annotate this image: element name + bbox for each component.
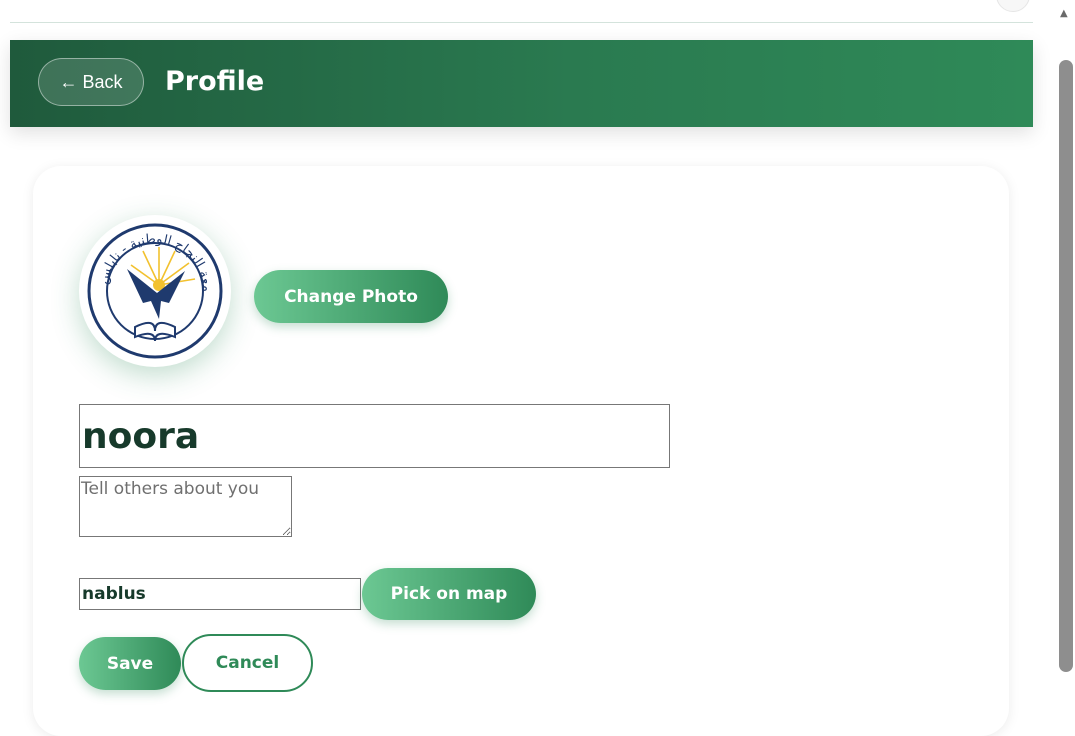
avatar[interactable]: جامعة النجاح الوطنية - نابلس: [79, 215, 231, 367]
profile-header: ← Back Profile: [10, 40, 1033, 127]
back-button[interactable]: ← Back: [38, 58, 144, 106]
scrollbar-thumb[interactable]: [1059, 60, 1073, 672]
change-photo-button[interactable]: Change Photo: [254, 270, 448, 323]
cancel-button[interactable]: Cancel: [182, 634, 313, 692]
university-seal-icon: جامعة النجاح الوطنية - نابلس: [87, 223, 223, 359]
location-input[interactable]: [79, 578, 361, 610]
profile-card: جامعة النجاح الوطنية - نابلس Change Phot…: [33, 166, 1009, 736]
save-button[interactable]: Save: [79, 637, 181, 690]
pick-on-map-button[interactable]: Pick on map: [362, 568, 536, 620]
display-name-input[interactable]: [79, 404, 670, 468]
bio-textarea[interactable]: [79, 476, 292, 537]
top-avatar[interactable]: [996, 0, 1030, 12]
top-divider: [10, 22, 1033, 23]
scroll-up-arrow-icon[interactable]: ▲: [1060, 8, 1068, 20]
page-title: Profile: [165, 66, 265, 97]
